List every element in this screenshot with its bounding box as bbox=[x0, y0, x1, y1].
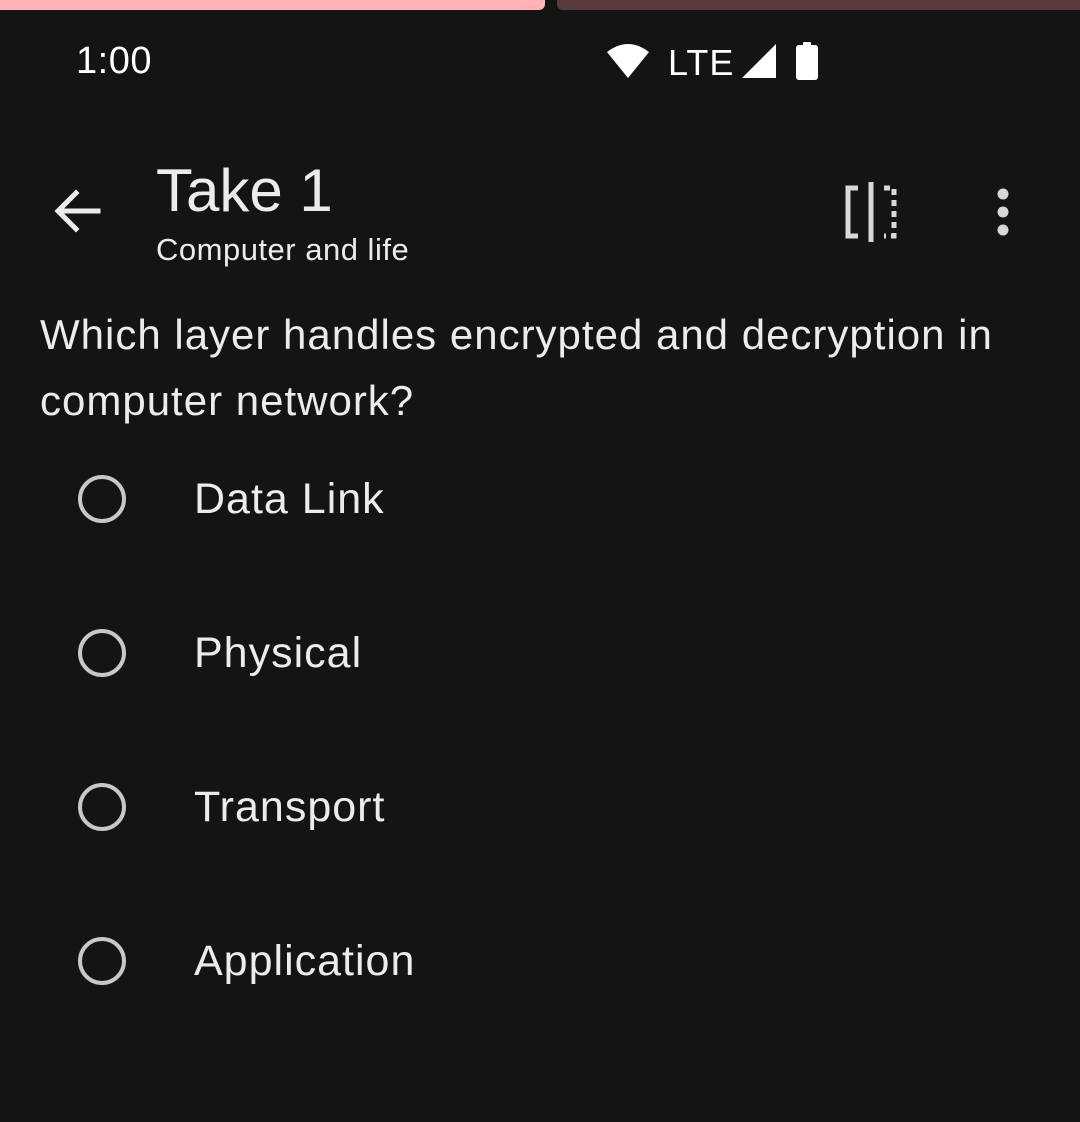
back-button[interactable] bbox=[44, 180, 110, 246]
option-label: Application bbox=[194, 936, 416, 985]
radio-button[interactable] bbox=[78, 937, 126, 985]
radio-button[interactable] bbox=[78, 475, 126, 523]
option-label: Physical bbox=[194, 628, 363, 677]
option-transport[interactable]: Transport bbox=[40, 747, 1040, 867]
split-view-button[interactable] bbox=[836, 178, 906, 250]
page-title: Take 1 bbox=[156, 157, 333, 224]
option-label: Transport bbox=[194, 782, 386, 831]
network-type-label: LTE bbox=[668, 42, 735, 83]
status-time: 1:00 bbox=[76, 40, 152, 82]
option-label: Data Link bbox=[194, 474, 385, 523]
option-data-link[interactable]: Data Link bbox=[40, 439, 1040, 559]
page-subtitle: Computer and life bbox=[156, 232, 410, 267]
more-vert-icon bbox=[996, 188, 1010, 241]
option-application[interactable]: Application bbox=[40, 901, 1040, 1021]
question-text: Which layer handles encrypted and decryp… bbox=[40, 311, 993, 424]
radio-button[interactable] bbox=[78, 783, 126, 831]
progress-segment-2 bbox=[557, 0, 1080, 10]
status-icons: LTE bbox=[606, 40, 819, 86]
cell-signal-icon bbox=[742, 43, 777, 83]
arrow-back-icon bbox=[52, 188, 102, 239]
split-view-icon bbox=[844, 181, 898, 247]
progress-segment-1 bbox=[0, 0, 545, 10]
more-options-button[interactable] bbox=[974, 180, 1032, 248]
battery-icon bbox=[796, 41, 819, 85]
option-physical[interactable]: Physical bbox=[40, 593, 1040, 713]
wifi-icon bbox=[606, 42, 650, 85]
radio-button[interactable] bbox=[78, 629, 126, 677]
